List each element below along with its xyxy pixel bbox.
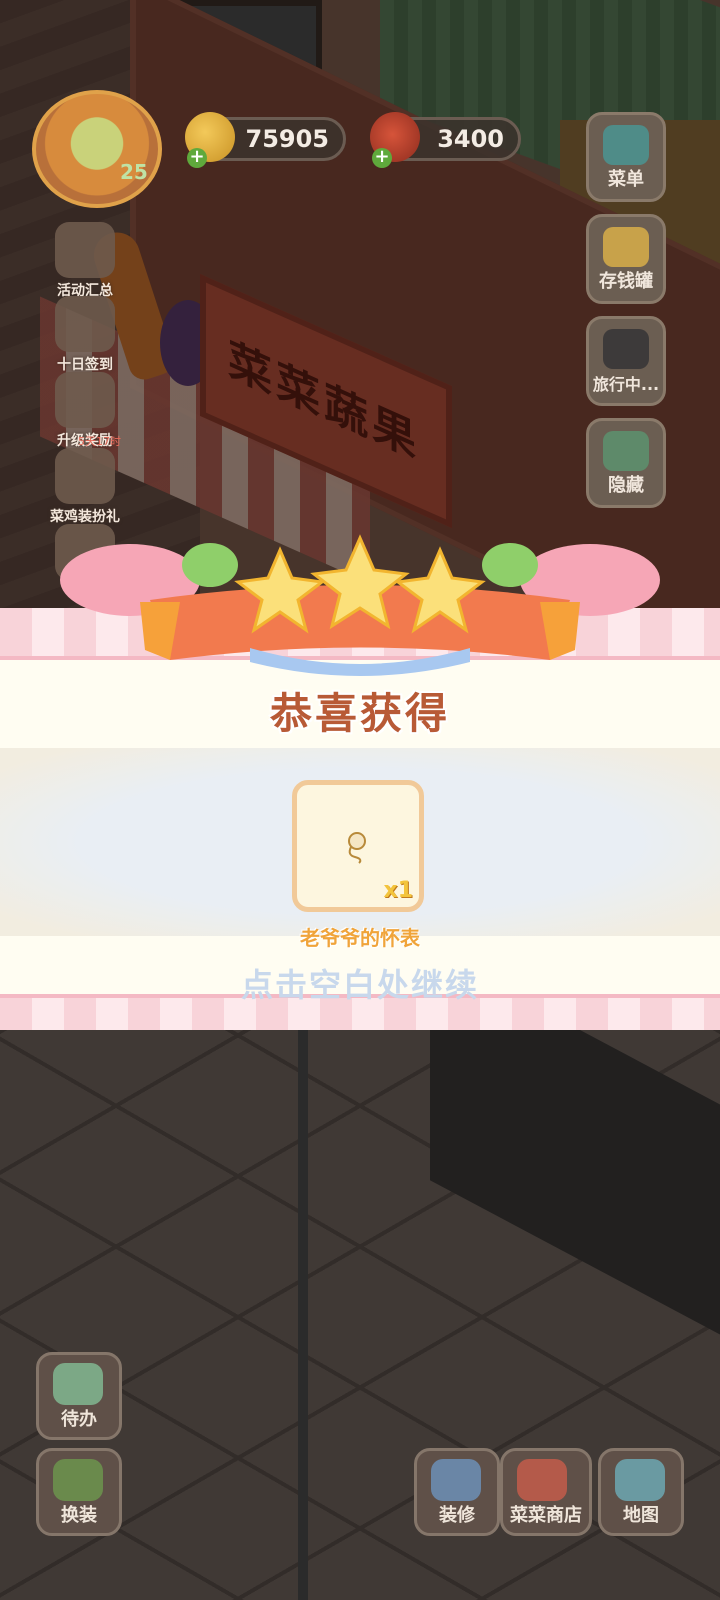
pocket-watch-icon xyxy=(348,832,366,864)
chick-costume-gift-icon xyxy=(55,448,115,504)
meat-counter[interactable]: + 3400 xyxy=(370,112,521,168)
menu-button[interactable]: 菜单 xyxy=(586,112,666,202)
travel-label: 旅行中... xyxy=(592,375,660,394)
piggy-bank-label: 存钱罐 xyxy=(599,271,653,292)
player-avatar[interactable] xyxy=(32,90,162,208)
level-reward-icon xyxy=(55,372,115,428)
hide-icon xyxy=(603,431,649,471)
reward-item-quantity: x1 xyxy=(383,878,414,903)
add-meat-icon[interactable]: + xyxy=(372,148,392,168)
ten-day-checkin-button[interactable]: 十日签到 xyxy=(45,296,125,374)
map-label: 地图 xyxy=(623,1505,659,1526)
coin-value: 75905 xyxy=(245,125,330,153)
reward-item-name: 老爷爷的怀表 xyxy=(300,926,420,950)
outfit-icon xyxy=(53,1459,103,1501)
todo-icon xyxy=(53,1363,103,1405)
travel-button[interactable]: 旅行中... xyxy=(586,316,666,406)
coin-counter[interactable]: + 75905 xyxy=(185,112,346,168)
continue-hint[interactable]: 点击空白处继续 xyxy=(0,960,720,1006)
piggy-bank-button[interactable]: 存钱罐 xyxy=(586,214,666,304)
chick-costume-gift-button[interactable]: 菜鸡装扮礼 xyxy=(45,448,125,526)
ten-day-checkin-icon xyxy=(55,296,115,352)
shop-button[interactable]: 菜菜商店 xyxy=(500,1448,592,1536)
meat-value: 3400 xyxy=(437,125,504,153)
shop-label: 菜菜商店 xyxy=(510,1505,582,1526)
ribbon-crown-decoration xyxy=(60,534,660,676)
map-icon xyxy=(615,1459,665,1501)
todo-button[interactable]: 待办 xyxy=(36,1352,122,1440)
todo-label: 待办 xyxy=(61,1409,97,1430)
camera-icon xyxy=(603,329,649,369)
add-coins-icon[interactable]: + xyxy=(187,148,207,168)
hide-button[interactable]: 隐藏 xyxy=(586,418,666,508)
menu-label: 菜单 xyxy=(608,169,644,190)
decorate-icon xyxy=(431,1459,481,1501)
level-badge: 25 xyxy=(120,160,148,184)
map-button[interactable]: 地图 xyxy=(598,1448,684,1536)
outfit-button[interactable]: 换装 xyxy=(36,1448,122,1536)
outfit-label: 换装 xyxy=(61,1505,97,1526)
reward-title: 恭喜获得 xyxy=(269,689,450,738)
event-summary-icon xyxy=(55,222,115,278)
menu-icon xyxy=(603,125,649,165)
event-summary-button[interactable]: 活动汇总 xyxy=(45,222,125,300)
hide-label: 隐藏 xyxy=(608,475,644,496)
event-timer: 5天17时 xyxy=(78,435,121,448)
chick-costume-gift-label: 菜鸡装扮礼 xyxy=(50,509,120,525)
piggy-bank-icon xyxy=(603,227,649,267)
shop-icon xyxy=(517,1459,567,1501)
ten-day-checkin-label: 十日签到 xyxy=(57,357,113,373)
decorate-button[interactable]: 装修 xyxy=(414,1448,500,1536)
reward-item-card[interactable]: x1 xyxy=(292,780,424,912)
decorate-label: 装修 xyxy=(439,1505,475,1526)
